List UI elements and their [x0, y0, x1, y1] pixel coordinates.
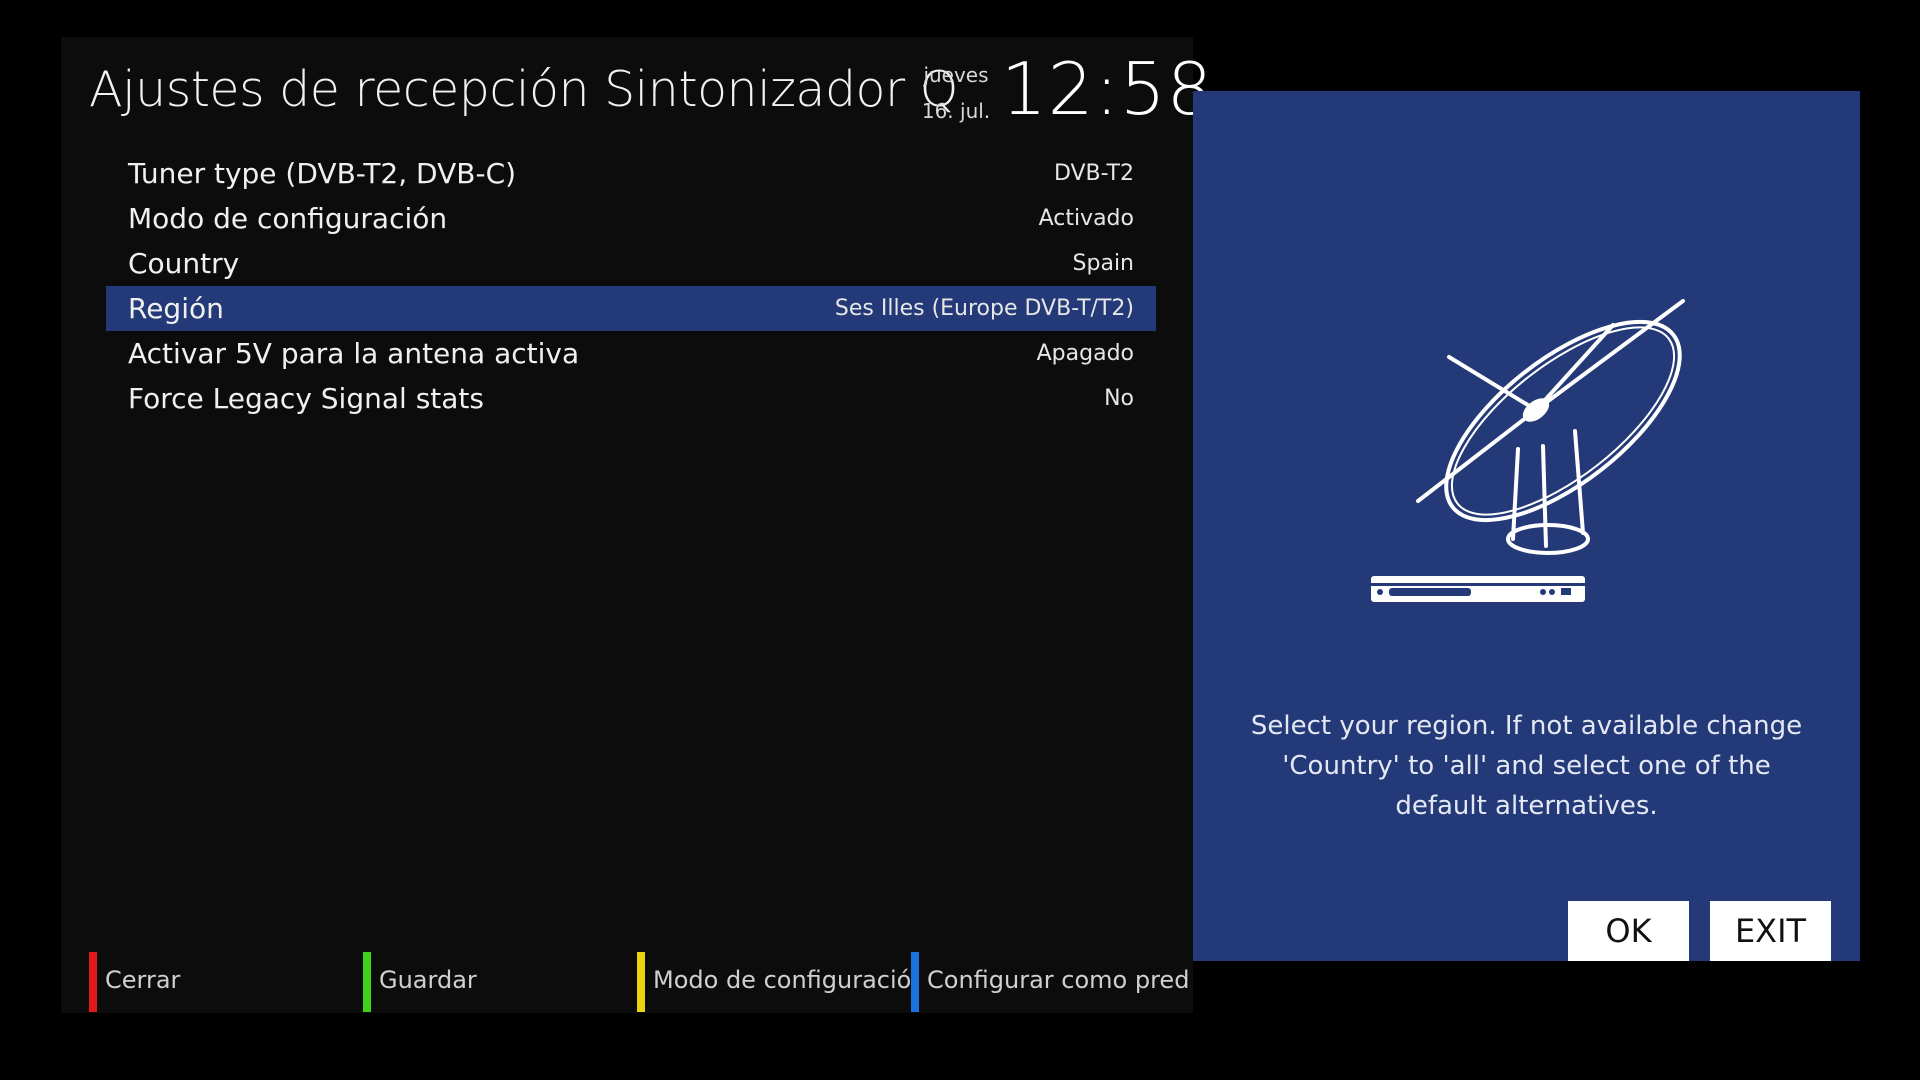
ok-button[interactable]: OK [1568, 901, 1689, 961]
exit-button[interactable]: EXIT [1710, 901, 1831, 961]
setting-label: Modo de configuración [128, 202, 448, 235]
setting-label: Tuner type (DVB-T2, DVB-C) [128, 157, 517, 190]
red-key-indicator [89, 952, 97, 1012]
blue-key-set-default-button[interactable]: Configurar como predeterminado [911, 952, 1189, 1012]
settings-panel: Ajustes de recepción Sintonizador Q juev… [61, 37, 1213, 1013]
help-panel: Select your region. If not available cha… [1193, 91, 1860, 961]
setting-row-tuner-type[interactable]: Tuner type (DVB-T2, DVB-C) DVB-T2 [106, 151, 1156, 196]
help-text: Select your region. If not available cha… [1250, 711, 1803, 821]
setting-row-legacy-signal-stats[interactable]: Force Legacy Signal stats No [106, 376, 1156, 421]
clock: 12:58 [1001, 47, 1214, 131]
setting-value: Ses Illes (Europe DVB-T/T2) [834, 296, 1134, 321]
setting-value: No [1104, 386, 1134, 411]
setting-value: Spain [1072, 251, 1134, 276]
setting-value: Activado [1038, 206, 1134, 231]
key-label: Configurar como predeterminado [927, 966, 1189, 994]
setting-value: Apagado [1036, 341, 1134, 366]
key-label: Cerrar [105, 966, 181, 994]
settings-list: Tuner type (DVB-T2, DVB-C) DVB-T2 Modo d… [106, 151, 1156, 421]
setting-label: Activar 5V para la antena activa [128, 337, 580, 370]
yellow-key-indicator [637, 952, 645, 1012]
key-label: Modo de configuración [653, 966, 911, 994]
blue-key-indicator [911, 952, 919, 1012]
setting-label: Force Legacy Signal stats [128, 382, 484, 415]
green-key-save-button[interactable]: Guardar [363, 952, 637, 1012]
green-key-indicator [363, 952, 371, 1012]
setting-value: DVB-T2 [1053, 161, 1134, 186]
setting-row-config-mode[interactable]: Modo de configuración Activado [106, 196, 1156, 241]
setting-row-region[interactable]: Región Ses Illes (Europe DVB-T/T2) [106, 286, 1156, 331]
color-key-bar: Cerrar Guardar Modo de configuración Con… [89, 952, 1189, 1012]
red-key-close-button[interactable]: Cerrar [89, 952, 363, 1012]
date-label: 16. jul. [921, 99, 991, 123]
day-label: jueves [923, 63, 989, 87]
setting-label: Country [128, 247, 240, 280]
setting-row-country[interactable]: Country Spain [106, 241, 1156, 286]
satellite-dish-receiver-icon [1371, 299, 1685, 602]
screen: Ajustes de recepción Sintonizador Q juev… [0, 0, 1920, 1080]
yellow-key-config-mode-button[interactable]: Modo de configuración [637, 952, 911, 1012]
key-label: Guardar [379, 966, 477, 994]
setting-label: Región [128, 292, 224, 325]
setting-row-antenna-5v[interactable]: Activar 5V para la antena activa Apagado [106, 331, 1156, 376]
date-display: jueves 16. jul. [916, 57, 996, 129]
page-title: Ajustes de recepción Sintonizador Q [89, 61, 958, 118]
